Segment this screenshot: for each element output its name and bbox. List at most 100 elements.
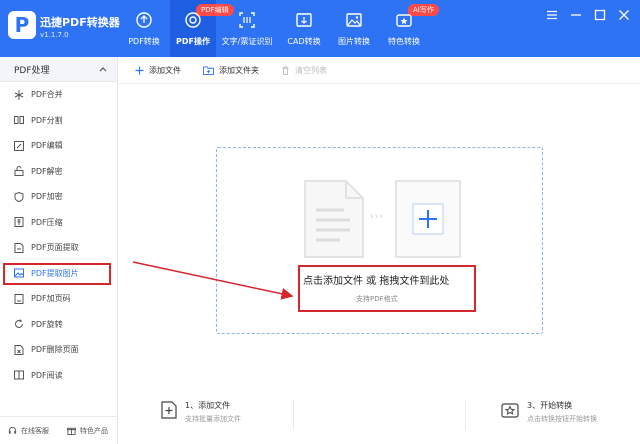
add-file-button[interactable]: 添加文件 — [135, 65, 181, 76]
sidebar-item-compress[interactable]: PDF压缩 — [0, 210, 117, 236]
star-icon — [396, 14, 412, 27]
image-icon — [346, 13, 362, 27]
drop-zone-title: 点击添加文件 或 拖拽文件到此处 — [303, 276, 450, 287]
title-bar: P 迅捷PDF转换器 v1.1.7.0 PDF转换 PDF编辑 PDF操作 文字… — [0, 0, 640, 57]
nav-pdf-operate[interactable]: PDF编辑 PDF操作 — [170, 0, 234, 57]
add-document-icon — [395, 180, 461, 258]
step-title: 3、开始转换 — [527, 401, 573, 410]
drop-zone-subtitle: 支持PDF格式 — [356, 295, 398, 303]
sidebar-item-label: PDF删除页面 — [31, 345, 79, 355]
edit-icon — [14, 140, 24, 151]
sidebar-footer: 在线客服 特色产品 — [0, 416, 118, 444]
chevron-up-icon — [99, 67, 107, 72]
featured-products-label: 特色产品 — [80, 426, 108, 435]
unlock-icon — [14, 166, 24, 177]
sidebar-item-label: PDF加密 — [31, 192, 63, 202]
add-file-step-icon — [161, 401, 177, 419]
nav-special[interactable]: AI写作 特色转换 — [378, 0, 439, 57]
sidebar-item-label: PDF编辑 — [31, 141, 63, 151]
toolbar: 添加文件 添加文件夹 清空列表 — [119, 57, 640, 84]
target-icon — [185, 12, 201, 28]
shield-icon — [14, 191, 24, 202]
sidebar: PDF处理 PDF合并 PDF分割 PDF编辑 PDF解密 PDF加密 PDF压… — [0, 57, 118, 444]
nav-label: CAD转换 — [287, 37, 321, 46]
app-logo: P — [8, 11, 36, 39]
sidebar-item-merge[interactable]: PDF合并 — [0, 82, 117, 108]
step-desc: 支持批量添加文件 — [185, 415, 241, 423]
online-service-label: 在线客服 — [21, 426, 49, 435]
featured-products-button[interactable]: 特色产品 — [59, 426, 118, 436]
sidebar-header-label: PDF处理 — [14, 65, 50, 76]
app-name: 迅捷PDF转换器 — [40, 16, 120, 29]
sidebar-item-page-number[interactable]: PDF加页码 — [0, 286, 117, 312]
clear-list-button[interactable]: 清空列表 — [281, 65, 327, 76]
sidebar-item-image-extract[interactable]: PDF提取图片 — [0, 261, 117, 287]
step-divider — [293, 400, 294, 430]
minimize-icon[interactable] — [570, 9, 582, 21]
sidebar-item-rotate[interactable]: PDF旋转 — [0, 312, 117, 338]
sidebar-item-label: PDF页面提取 — [31, 243, 79, 253]
top-nav: PDF转换 PDF编辑 PDF操作 文字/票证识别 CAD转换 图片转换 AI写… — [118, 0, 439, 57]
page-number-icon — [14, 293, 24, 304]
cad-icon — [296, 13, 312, 27]
split-icon — [14, 116, 24, 125]
step-add-file: 1、添加文件 支持批量添加文件 — [161, 400, 241, 424]
delete-page-icon — [14, 344, 24, 355]
plus-icon — [135, 65, 144, 75]
add-folder-button[interactable]: 添加文件夹 — [203, 65, 259, 76]
sidebar-item-label: PDF压缩 — [31, 217, 63, 227]
nav-pdf-convert[interactable]: PDF转换 — [118, 0, 170, 57]
sidebar-item-label: PDF阅读 — [31, 370, 63, 380]
sidebar-item-read[interactable]: PDF阅读 — [0, 363, 117, 389]
close-icon[interactable] — [618, 9, 630, 21]
refresh-icon — [136, 12, 152, 28]
add-file-label: 添加文件 — [149, 65, 181, 75]
merge-icon — [14, 89, 24, 100]
flow-arrows: ››› — [370, 212, 384, 222]
file-drop-zone[interactable]: ››› 点击添加文件 或 拖拽文件到此处 支持PDF格式 — [216, 147, 543, 334]
app-version: v1.1.7.0 — [40, 31, 69, 39]
sidebar-item-label: PDF旋转 — [31, 319, 63, 329]
page-extract-icon — [14, 242, 24, 253]
online-service-button[interactable]: 在线客服 — [0, 426, 59, 436]
add-folder-label: 添加文件夹 — [219, 65, 259, 75]
nav-label: 特色转换 — [388, 37, 420, 46]
sidebar-item-label: PDF解密 — [31, 166, 63, 176]
nav-label: PDF操作 — [176, 37, 210, 46]
steps-bar: 1、添加文件 支持批量添加文件 3、开始转换 点击转换按钮开始转换 — [119, 390, 640, 440]
sidebar-item-label: PDF合并 — [31, 90, 63, 100]
sidebar-item-split[interactable]: PDF分割 — [0, 108, 117, 134]
trash-icon — [282, 65, 289, 75]
step-title: 1、添加文件 — [185, 401, 231, 410]
convert-step-icon — [501, 403, 519, 418]
nav-label: PDF转换 — [128, 37, 160, 46]
folder-plus-icon — [203, 65, 214, 75]
nav-label: 图片转换 — [338, 37, 370, 46]
sidebar-item-label: PDF加页码 — [31, 294, 71, 304]
window-controls — [546, 9, 630, 21]
scan-icon — [239, 12, 255, 28]
step-desc: 点击转换按钮开始转换 — [527, 415, 597, 423]
annotation-box — [3, 262, 111, 285]
nav-ocr[interactable]: 文字/票证识别 — [216, 0, 278, 57]
sidebar-item-edit[interactable]: PDF编辑 — [0, 133, 117, 159]
sidebar-item-label: PDF分割 — [31, 115, 63, 125]
sidebar-item-page-extract[interactable]: PDF页面提取 — [0, 235, 117, 261]
compress-icon — [14, 217, 24, 228]
step-start-convert: 3、开始转换 点击转换按钮开始转换 — [501, 400, 597, 424]
rotate-icon — [15, 319, 23, 329]
document-icon — [304, 180, 364, 258]
gift-icon — [67, 427, 76, 435]
nav-image[interactable]: 图片转换 — [330, 0, 378, 57]
sidebar-item-delete-page[interactable]: PDF删除页面 — [0, 337, 117, 363]
nav-cad[interactable]: CAD转换 — [278, 0, 330, 57]
sidebar-item-decrypt[interactable]: PDF解密 — [0, 159, 117, 185]
sidebar-header[interactable]: PDF处理 — [0, 57, 117, 82]
step-divider — [465, 400, 466, 430]
nav-label: 文字/票证识别 — [221, 37, 273, 46]
headset-icon — [8, 426, 17, 434]
read-icon — [14, 370, 24, 380]
menu-icon[interactable] — [546, 9, 558, 21]
sidebar-item-encrypt[interactable]: PDF加密 — [0, 184, 117, 210]
maximize-icon[interactable] — [594, 9, 606, 21]
